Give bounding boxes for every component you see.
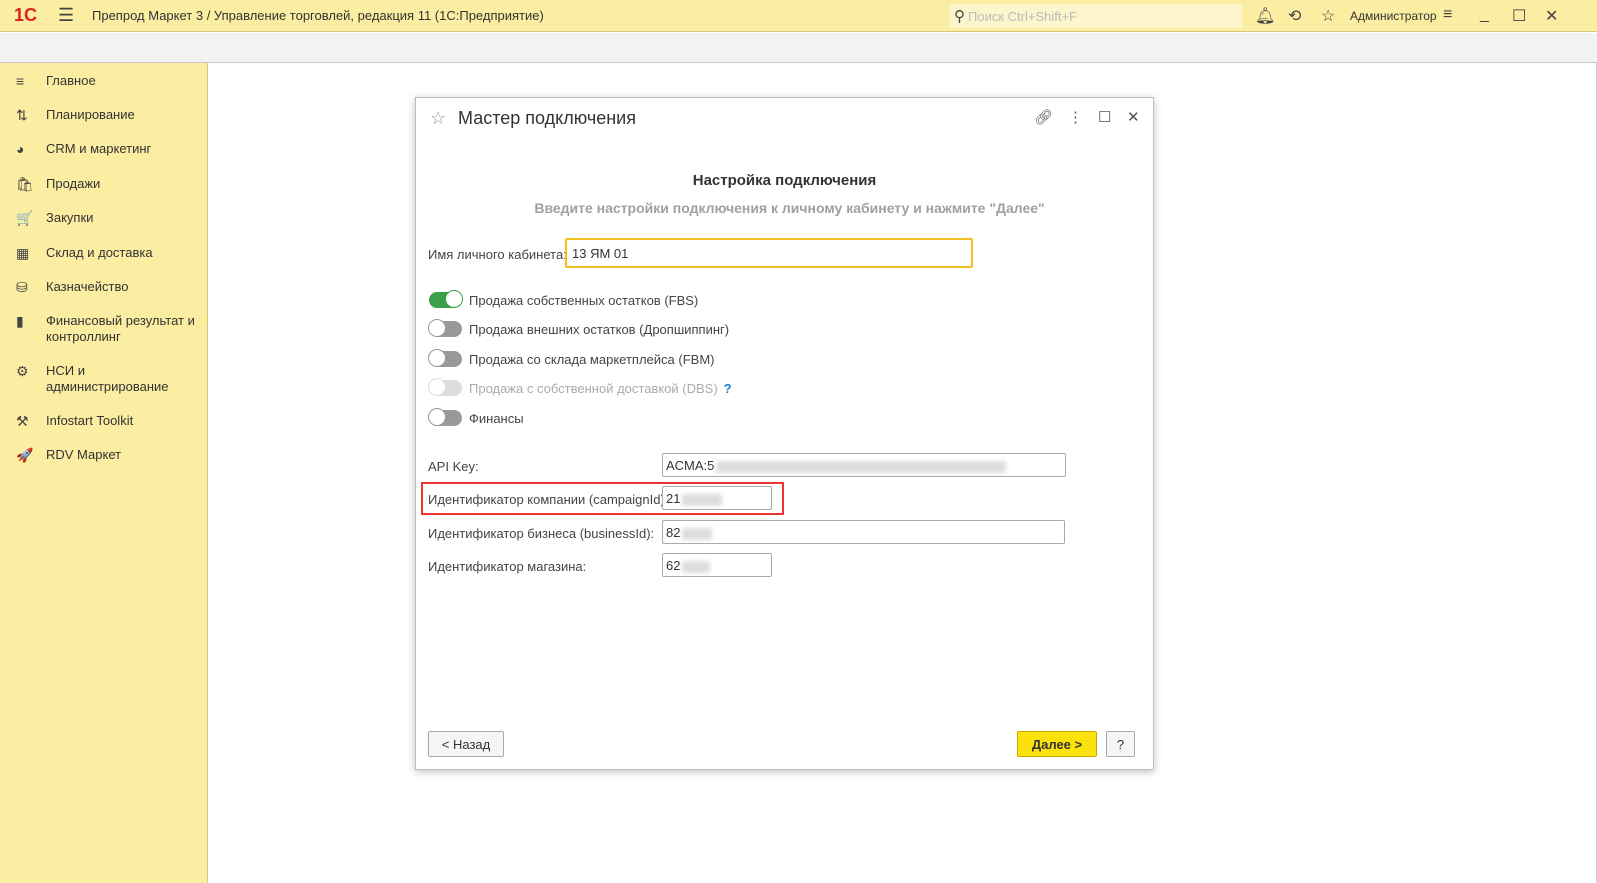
toggle-switch[interactable] — [428, 319, 462, 337]
back-button[interactable]: < Назад — [428, 731, 504, 757]
sidebar-item-label: Infostart Toolkit — [46, 413, 134, 428]
sidebar-item-label: Казначейство — [46, 279, 129, 294]
star-icon[interactable]: ☆ — [1321, 6, 1335, 26]
close-icon[interactable]: ✕ — [1127, 108, 1140, 126]
rocket-icon: 🚀 — [16, 447, 34, 463]
app-title: Препрод Маркет 3 / Управление торговлей,… — [92, 8, 544, 23]
toggle-switch — [428, 378, 462, 396]
bag-icon: 🛍 — [16, 176, 34, 192]
redacted-blur — [716, 460, 1007, 473]
dialog-title: Мастер подключения — [458, 108, 636, 128]
shop-id-input[interactable]: 62 — [662, 553, 772, 577]
toggle-switch[interactable] — [428, 349, 462, 367]
minimize-icon[interactable]: _ — [1480, 6, 1489, 24]
campaign-id-label: Идентификатор компании (campaignId): — [428, 492, 669, 507]
section-subheading: Введите настройки подключения к личному … — [534, 200, 1045, 216]
grid-icon: ▦ — [16, 245, 30, 261]
menu-icon[interactable]: ☰ — [58, 5, 78, 26]
search-input[interactable]: ⚲ Поиск Ctrl+Shift+F — [950, 4, 1242, 28]
sidebar-item-label: RDV Маркет — [46, 447, 122, 462]
toolbar — [0, 33, 1597, 63]
field-value: 62 — [666, 558, 681, 573]
toggle-switch[interactable] — [429, 290, 463, 308]
logo-1c: 1С — [14, 5, 38, 25]
redacted-blur — [682, 560, 711, 573]
sidebar-item-sales[interactable]: 🛍 Продажи — [0, 176, 207, 210]
sidebar-item-finance[interactable]: ▮ Финансовый результат и контроллинг — [0, 313, 207, 363]
planning-icon: ⇅ — [16, 107, 28, 123]
sidebar-item-admin[interactable]: ⚙ НСИ и администрирование — [0, 363, 207, 413]
close-icon[interactable]: ✕ — [1545, 6, 1558, 26]
field-value: 82 — [666, 525, 681, 540]
sidebar-item-label: Планирование — [46, 107, 135, 122]
toggle-fbm[interactable]: Продажа со склада маркетплейса (FBM) — [428, 349, 715, 367]
sidebar-item-label: Склад и доставка — [46, 245, 153, 260]
sidebar-item-main[interactable]: ≡ Главное — [0, 73, 207, 107]
tools-icon: ⚒ — [16, 413, 29, 429]
history-icon[interactable]: ⟲ — [1288, 6, 1301, 26]
pie-chart-icon: ◕ — [16, 141, 25, 157]
sidebar-item-planning[interactable]: ⇅ Планирование — [0, 107, 207, 141]
cart-icon: 🛒 — [16, 210, 34, 226]
title-bar: 1С ☰ Препрод Маркет 3 / Управление торго… — [0, 0, 1597, 32]
sidebar-item-label: Продажи — [46, 176, 101, 191]
bell-icon[interactable]: 🔔︎ — [1255, 6, 1275, 26]
coins-icon: ⛁ — [16, 279, 28, 295]
toggle-fbs[interactable]: Продажа собственных остатков (FBS) — [429, 290, 699, 308]
next-button[interactable]: Далее > — [1017, 731, 1097, 757]
toggle-dropshipping[interactable]: Продажа внешних остатков (Дропшиппинг) — [428, 319, 730, 337]
sidebar-item-rdv[interactable]: 🚀 RDV Маркет — [0, 447, 207, 481]
sidebar-item-label: НСИ и администрирование — [46, 363, 169, 394]
field-value: ACMA:5 — [666, 458, 715, 473]
user-name[interactable]: Администратор — [1350, 9, 1437, 23]
toggle-dbs: Продажа с собственной доставкой (DBS)? — [428, 378, 732, 396]
maximize-icon[interactable]: ☐ — [1512, 6, 1526, 26]
toggle-label: Продажа с собственной доставкой (DBS) — [469, 380, 718, 396]
sidebar-item-label: Закупки — [46, 210, 94, 225]
shop-id-label: Идентификатор магазина: — [428, 559, 587, 574]
gear-icon: ⚙ — [16, 363, 29, 379]
search-placeholder: Поиск Ctrl+Shift+F — [968, 8, 1077, 24]
sidebar-item-label: CRM и маркетинг — [46, 141, 152, 156]
favorite-star-icon[interactable]: ☆ — [430, 108, 446, 129]
field-value: 21 — [666, 491, 681, 506]
sidebar-item-label: Финансовый результат и контроллинг — [46, 313, 195, 344]
business-id-label: Идентификатор бизнеса (businessId): — [428, 526, 655, 541]
api-key-input[interactable]: ACMA:5 — [662, 453, 1066, 477]
list-icon: ≡ — [16, 73, 25, 89]
business-id-input[interactable]: 82 — [662, 520, 1065, 544]
cabinet-name-input[interactable]: 13 ЯМ 01 — [565, 238, 973, 268]
toggle-label: Продажа собственных остатков (FBS) — [469, 292, 699, 308]
sidebar-item-warehouse[interactable]: ▦ Склад и доставка — [0, 245, 207, 279]
campaign-id-input[interactable]: 21 — [662, 486, 772, 510]
sidebar-item-infostart[interactable]: ⚒ Infostart Toolkit — [0, 413, 207, 447]
more-icon[interactable]: ⋮ — [1068, 108, 1083, 126]
toggle-finance[interactable]: Финансы — [428, 408, 524, 426]
bar-chart-icon: ▮ — [16, 313, 24, 329]
sidebar-item-label: Главное — [46, 73, 96, 88]
toggle-switch[interactable] — [428, 408, 462, 426]
search-icon: ⚲ — [954, 8, 965, 25]
sidebar-item-purchases[interactable]: 🛒 Закупки — [0, 210, 207, 245]
toggle-label: Продажа внешних остатков (Дропшиппинг) — [469, 321, 730, 337]
link-icon[interactable]: 🔗︎ — [1034, 108, 1053, 126]
help-button[interactable]: ? — [1106, 731, 1135, 757]
toggle-label: Финансы — [469, 410, 524, 426]
section-heading: Настройка подключения — [692, 172, 877, 189]
toggle-label: Продажа со склада маркетплейса (FBM) — [469, 351, 715, 367]
help-link[interactable]: ? — [724, 381, 732, 396]
sidebar: ≡ Главное ⇅ Планирование ◕ CRM и маркетинг … — [0, 63, 208, 883]
sidebar-item-crm[interactable]: ◕ CRM и маркетинг — [0, 141, 207, 176]
sidebar-item-treasury[interactable]: ⛁ Казначейство — [0, 279, 207, 313]
api-key-label: API Key: — [428, 459, 479, 474]
connection-wizard-dialog: ☆ Мастер подключения 🔗︎ ⋮ ☐ ✕ Настройка … — [415, 97, 1154, 770]
cabinet-label: Имя личного кабинета: — [428, 247, 567, 262]
redacted-blur — [682, 493, 723, 506]
maximize-icon[interactable]: ☐ — [1098, 108, 1111, 126]
redacted-blur — [682, 527, 713, 540]
settings-menu-icon[interactable]: ≡ — [1443, 6, 1452, 24]
